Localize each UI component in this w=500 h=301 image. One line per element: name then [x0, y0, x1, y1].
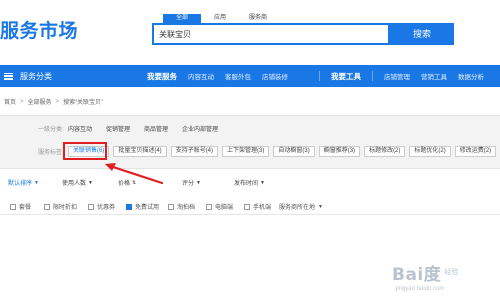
watermark-url: jingyan.baidu.com [396, 286, 445, 292]
watermark: Bai度 经验 [392, 257, 458, 287]
watermark-sub: 经验 [444, 269, 459, 276]
watermark-brand: Bai度 [392, 264, 442, 285]
annotation-arrow-icon [105, 163, 164, 185]
